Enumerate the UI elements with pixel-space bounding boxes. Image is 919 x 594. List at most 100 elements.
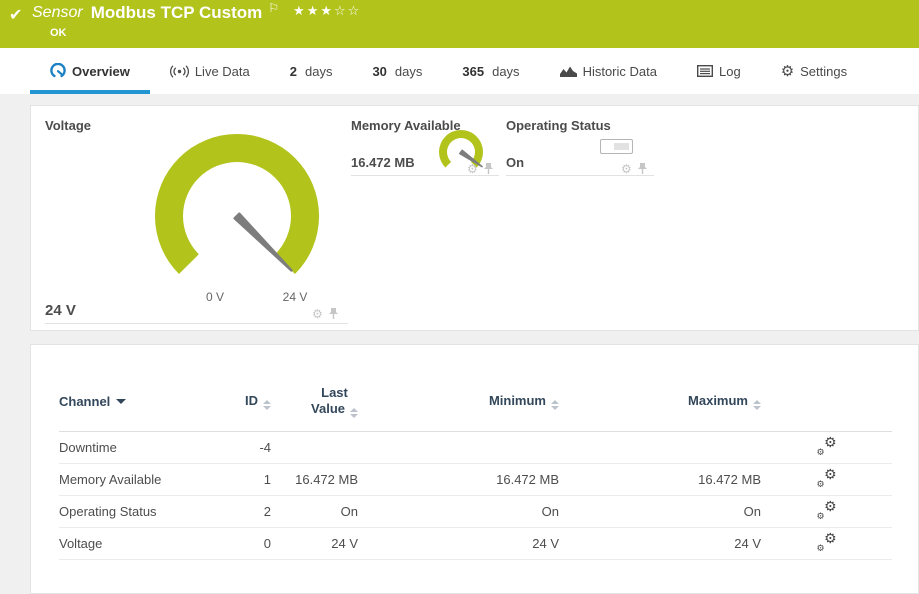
tab-historic-data[interactable]: Historic Data [540,48,677,94]
channel-settings-icon[interactable]: ⚙⚙ [817,534,837,551]
gauge-title: Voltage [45,118,91,133]
stars-empty[interactable]: ☆☆ [334,3,361,18]
col-label: Minimum [489,393,546,408]
channel-settings-icon[interactable]: ⚙⚙ [817,438,837,455]
tab-label: days [305,64,332,79]
gear-icon[interactable]: ⚙ [312,308,323,320]
switch-knob [614,143,629,150]
gauge-value: On [506,155,524,170]
tab-label: days [395,64,422,79]
cell-maximum: 24 V [559,528,761,560]
cell-maximum: On [559,496,761,528]
gauge-value: 24 V [45,302,76,319]
gauge-title: Operating Status [506,118,611,133]
cell-channel[interactable]: Voltage [59,528,209,560]
col-header-channel[interactable]: Channel [59,385,209,432]
cell-channel[interactable]: Operating Status [59,496,209,528]
cell-channel[interactable]: Downtime [59,432,209,464]
channel-settings-icon[interactable]: ⚙⚙ [817,470,837,487]
stars-filled[interactable]: ★★★ [293,3,334,18]
col-header-last-value[interactable]: Last Value [271,385,358,432]
table-row[interactable]: Downtime -4 ⚙⚙ [59,432,892,464]
col-label: Value [311,401,345,416]
cell-maximum: 16.472 MB [559,464,761,496]
channel-table: Channel ID Last Value Minimum Maximum [59,385,892,560]
gear-icon[interactable]: ⚙ [467,163,478,175]
sort-icons [263,400,271,410]
cell-minimum [358,432,559,464]
cell-last-value: 24 V [271,528,358,560]
tab-30-days[interactable]: 30 days [352,48,442,94]
tab-2-days[interactable]: 2 days [270,48,353,94]
tab-bar: Overview Live Data 2 days 30 days 365 da… [0,48,919,94]
gear-icon[interactable]: ⚙ [621,163,632,175]
col-label: Last [321,385,348,400]
pin-icon[interactable] [328,307,339,320]
status-check-icon: ✔ [9,5,22,25]
cell-last-value: On [271,496,358,528]
tab-log[interactable]: Log [677,48,761,94]
gauge-icon [50,63,66,79]
gauge-needle [235,214,292,271]
widget-underline [506,175,654,176]
table-row[interactable]: Operating Status 2 On On On ⚙⚙ [59,496,892,528]
object-type-label: Sensor [32,4,83,22]
gear-icon: ⚙ [781,64,794,79]
sensor-name: Modbus TCP Custom [91,3,263,23]
cell-minimum: 16.472 MB [358,464,559,496]
tab-number: 2 [290,64,297,79]
sensor-header: ✔ Sensor Modbus TCP Custom ⚐ ★★★☆☆ OK [0,0,919,48]
tab-overview[interactable]: Overview [30,48,150,94]
tab-label: Overview [72,64,130,79]
widget-underline [45,323,348,324]
chart-mountains-icon [560,65,577,78]
gauge-max-label: 24 V [283,290,308,304]
col-header-minimum[interactable]: Minimum [358,385,559,432]
tab-number: 365 [462,64,484,79]
channels-panel: Channel ID Last Value Minimum Maximum [30,344,919,594]
pin-icon[interactable] [637,162,648,175]
col-label: Channel [59,394,110,409]
channel-settings-icon[interactable]: ⚙⚙ [817,502,837,519]
tab-365-days[interactable]: 365 days [442,48,539,94]
priority-stars[interactable]: ★★★☆☆ [293,3,361,19]
cell-id: -4 [209,432,271,464]
voltage-gauge [117,111,357,301]
cell-id: 1 [209,464,271,496]
cell-minimum: On [358,496,559,528]
widget-actions: ⚙ [467,162,494,175]
cell-last-value [271,432,358,464]
widget-actions: ⚙ [621,162,648,175]
sort-icons [350,408,358,418]
col-label: ID [245,393,258,408]
widget-actions: ⚙ [312,307,339,320]
tab-label: Settings [800,64,847,79]
table-row[interactable]: Memory Available 1 16.472 MB 16.472 MB 1… [59,464,892,496]
table-header-row: Channel ID Last Value Minimum Maximum [59,385,892,432]
tab-label: Historic Data [583,64,657,79]
sort-icons [753,400,761,410]
sensor-status-badge: OK [50,27,67,39]
table-row[interactable]: Voltage 0 24 V 24 V 24 V ⚙⚙ [59,528,892,560]
gauges-panel: Voltage 0 V 24 V 24 V ⚙ Memory Available… [30,105,919,331]
tab-live-data[interactable]: Live Data [150,48,270,94]
cell-minimum: 24 V [358,528,559,560]
gauge-value: 16.472 MB [351,155,415,170]
sort-icons [551,400,559,410]
tab-label: days [492,64,519,79]
sort-desc-icon [116,399,126,404]
priority-flag-icon[interactable]: ⚐ [268,1,279,15]
col-header-id[interactable]: ID [209,385,271,432]
cell-last-value: 16.472 MB [271,464,358,496]
widget-underline [351,175,499,176]
tab-number: 30 [372,64,386,79]
cell-id: 0 [209,528,271,560]
log-list-icon [697,65,713,77]
tab-settings[interactable]: ⚙ Settings [761,48,867,94]
col-header-maximum[interactable]: Maximum [559,385,761,432]
cell-channel[interactable]: Memory Available [59,464,209,496]
col-label: Maximum [688,393,748,408]
pin-icon[interactable] [483,162,494,175]
tab-label: Live Data [195,64,250,79]
gauge-min-label: 0 V [206,290,224,304]
